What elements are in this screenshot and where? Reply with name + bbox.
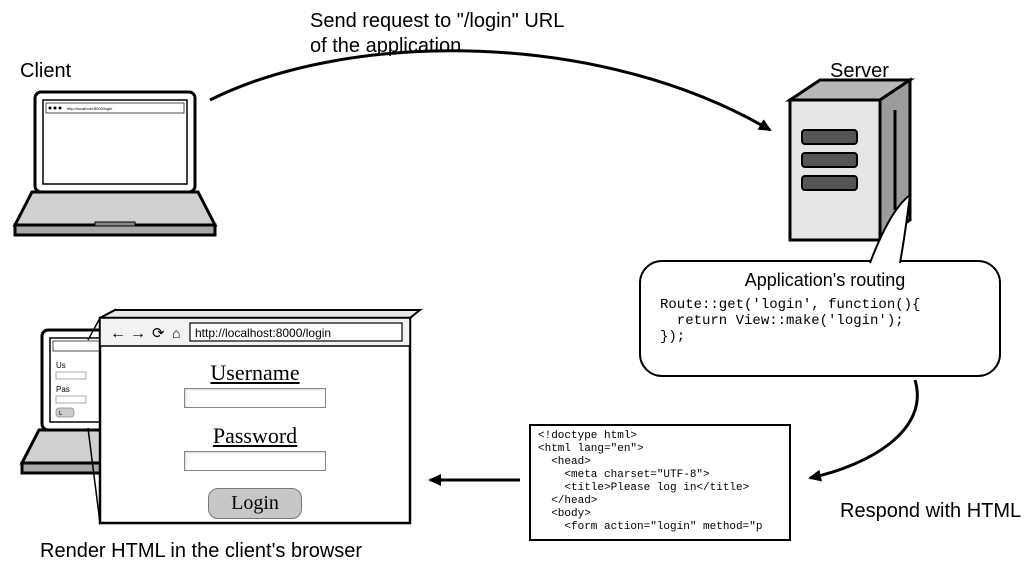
svg-text:←: ← [110, 325, 126, 342]
svg-text:Us: Us [56, 361, 66, 370]
svg-text:Pas: Pas [56, 385, 70, 394]
routing-code: Route::get('login', function(){ return V… [660, 297, 990, 345]
arrow-request [210, 51, 770, 130]
laptop-client-icon: http://localhost:8000/login [15, 92, 215, 235]
routing-title: Application's routing [660, 270, 990, 291]
login-form-area: Username Password Login [100, 346, 410, 523]
arrow-respond [810, 380, 917, 478]
laptop1-url: http://localhost:8000/login [67, 106, 112, 111]
password-input[interactable] [184, 451, 326, 471]
password-label: Password [100, 423, 410, 449]
browser-url: http://localhost:8000/login [195, 326, 331, 340]
username-label: Username [100, 360, 410, 386]
html-code: <!doctype html> <html lang="en"> <head> … [538, 430, 786, 536]
svg-text:→: → [130, 325, 146, 342]
svg-text:⟳: ⟳ [152, 325, 165, 342]
routing-content: Application's routing Route::get('login'… [660, 270, 990, 345]
username-input[interactable] [184, 388, 326, 408]
login-button[interactable]: Login [208, 488, 302, 519]
svg-text:⌂: ⌂ [172, 325, 180, 341]
